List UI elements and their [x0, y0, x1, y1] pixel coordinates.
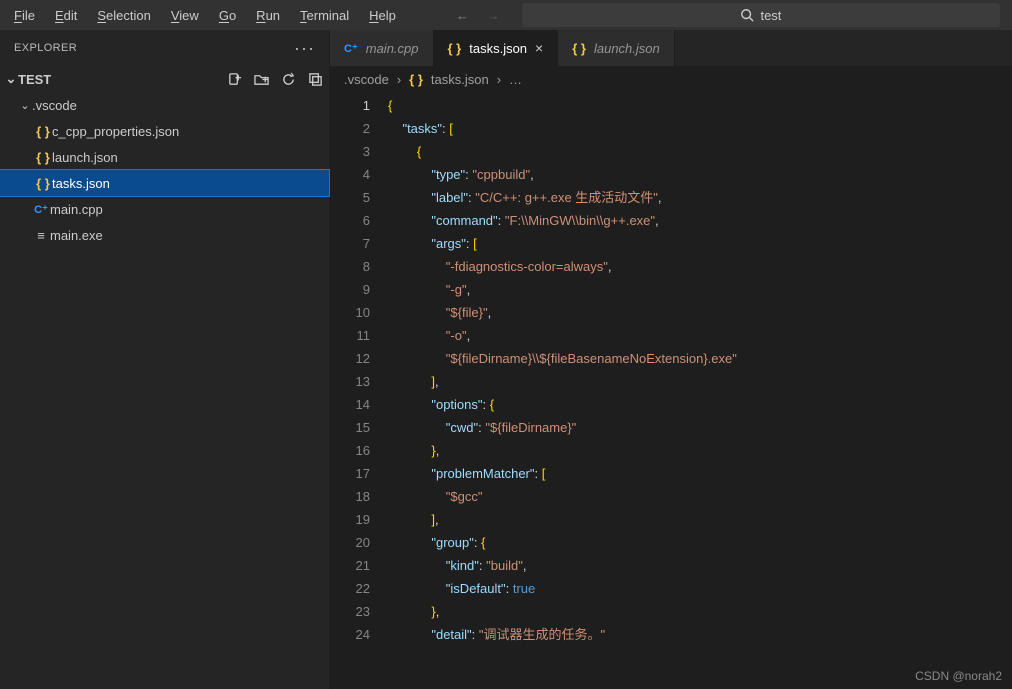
tab-launch-json[interactable]: { } launch.json [558, 30, 675, 66]
breadcrumbs[interactable]: .vscode › { } tasks.json › … [330, 66, 1012, 92]
cpp-icon: C⁺ [32, 203, 50, 216]
tab-main-cpp[interactable]: C⁺ main.cpp [330, 30, 434, 66]
menu-edit[interactable]: Edit [47, 5, 85, 26]
file-main-exe[interactable]: ≡ main.exe [0, 222, 329, 248]
json-icon: { } [34, 124, 52, 139]
new-file-icon[interactable] [227, 72, 242, 87]
file-tree: ⌄ .vscode { } c_cpp_properties.json { } … [0, 92, 329, 689]
json-icon: { } [572, 41, 586, 56]
menu-view[interactable]: View [163, 5, 207, 26]
editor-area: C⁺ main.cpp { } tasks.json × { } launch.… [330, 30, 1012, 689]
explorer-more-icon[interactable]: ··· [294, 38, 315, 59]
menu-go[interactable]: Go [211, 5, 244, 26]
json-icon: { } [34, 150, 52, 165]
search-icon [740, 8, 754, 22]
json-icon: { } [34, 176, 52, 191]
chevron-down-icon: ⌄ [18, 99, 32, 112]
explorer-sidebar: EXPLORER ··· ⌄ TEST ⌄ .vscode { } c_cpp_… [0, 30, 330, 689]
chevron-down-icon: ⌄ [4, 71, 18, 87]
line-gutter: 123456789101112131415161718192021222324 [330, 92, 388, 689]
close-icon[interactable]: × [535, 40, 543, 56]
folder-vscode[interactable]: ⌄ .vscode [0, 92, 329, 118]
file-main-cpp[interactable]: C⁺ main.cpp [0, 196, 329, 222]
watermark: CSDN @norah2 [915, 669, 1002, 683]
editor-tabs: C⁺ main.cpp { } tasks.json × { } launch.… [330, 30, 1012, 66]
nav-forward-icon[interactable]: → [481, 4, 506, 27]
chevron-right-icon: › [497, 72, 501, 87]
json-icon: { } [448, 41, 462, 56]
menu-file[interactable]: File [6, 5, 43, 26]
code-editor[interactable]: 123456789101112131415161718192021222324 … [330, 92, 1012, 689]
nav-back-icon[interactable]: ← [450, 4, 475, 27]
menu-help[interactable]: Help [361, 5, 404, 26]
explorer-section-header[interactable]: ⌄ TEST [0, 66, 329, 92]
collapse-all-icon[interactable] [308, 72, 323, 87]
tab-tasks-json[interactable]: { } tasks.json × [434, 30, 559, 66]
menu-run[interactable]: Run [248, 5, 288, 26]
new-folder-icon[interactable] [254, 72, 269, 87]
menu-terminal[interactable]: Terminal [292, 5, 357, 26]
cpp-icon: C⁺ [344, 42, 358, 55]
explorer-title: EXPLORER [14, 42, 77, 54]
exe-icon: ≡ [32, 228, 50, 243]
file-ccpp-properties[interactable]: { } c_cpp_properties.json [0, 118, 329, 144]
file-tasks-json[interactable]: { } tasks.json [0, 170, 329, 196]
refresh-icon[interactable] [281, 72, 296, 87]
menu-selection[interactable]: Selection [89, 5, 158, 26]
code-source[interactable]: { "tasks": [ { "type": "cppbuild", "labe… [388, 92, 1012, 689]
search-text: test [760, 8, 781, 23]
json-icon: { } [409, 72, 423, 87]
file-launch-json[interactable]: { } launch.json [0, 144, 329, 170]
section-name: TEST [18, 72, 51, 87]
command-center[interactable]: test [522, 3, 1000, 27]
chevron-right-icon: › [397, 72, 401, 87]
menu-bar: File Edit Selection View Go Run Terminal… [0, 0, 1012, 30]
